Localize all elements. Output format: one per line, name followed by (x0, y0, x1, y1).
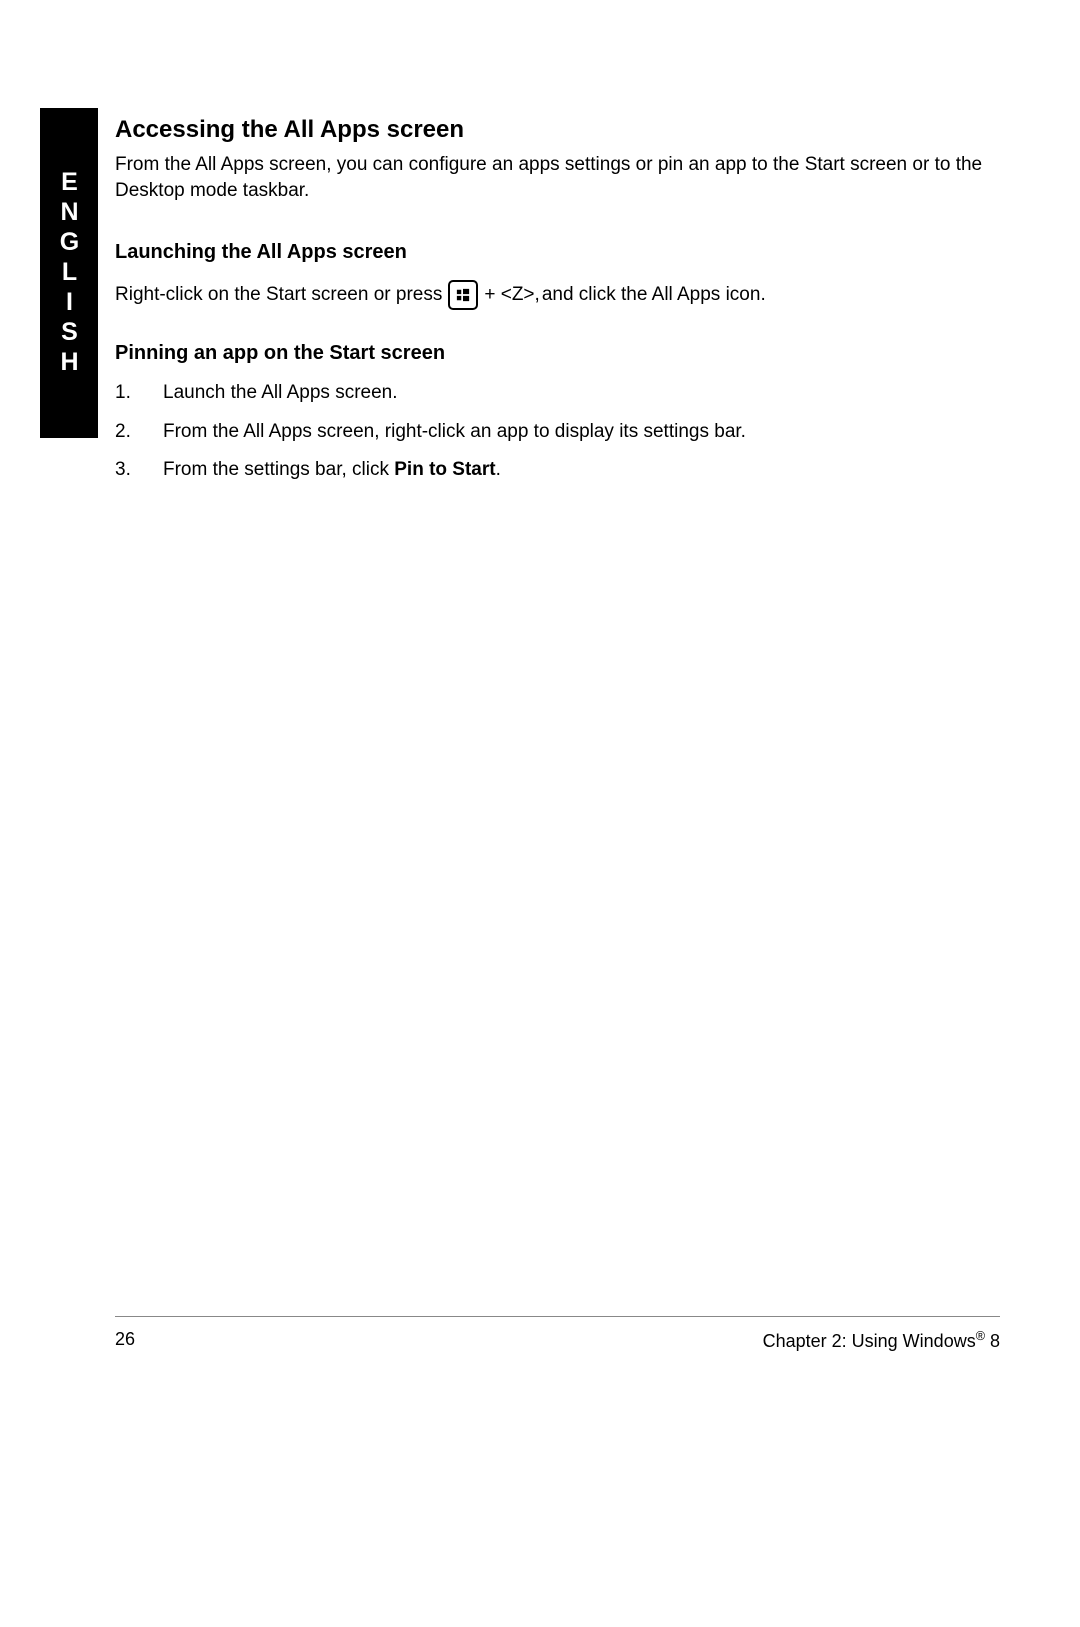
windows-key-icon (448, 280, 478, 310)
launching-post-text: and click the All Apps icon. (542, 282, 766, 309)
chapter-pre: Chapter 2: Using Windows (763, 1331, 976, 1351)
step3-bold: Pin to Start (394, 459, 495, 480)
list-item: 3. From the settings bar, click Pin to S… (115, 456, 1000, 485)
step-text: From the All Apps screen, right-click an… (163, 418, 1000, 447)
list-item: 2. From the All Apps screen, right-click… (115, 418, 1000, 447)
step3-pre: From the settings bar, click (163, 459, 394, 480)
pinning-steps-list: 1. Launch the All Apps screen. 2. From t… (115, 379, 1000, 485)
chapter-label: Chapter 2: Using Windows® 8 (763, 1329, 1000, 1352)
chapter-post: 8 (985, 1331, 1000, 1351)
pinning-title: Pinning an app on the Start screen (115, 342, 1000, 365)
step-number: 3. (115, 456, 163, 485)
registered-mark: ® (976, 1329, 985, 1343)
launching-key-combo: + <Z>, (484, 282, 539, 309)
launching-title: Launching the All Apps screen (115, 241, 1000, 264)
step-number: 2. (115, 418, 163, 447)
step-text: Launch the All Apps screen. (163, 379, 1000, 408)
document-page: ENGLISH Accessing the All Apps screen Fr… (0, 0, 1080, 1627)
main-content: Accessing the All Apps screen From the A… (115, 116, 1000, 495)
section-title: Accessing the All Apps screen (115, 116, 1000, 144)
launching-instruction: Right-click on the Start screen or press… (115, 278, 1000, 308)
page-footer: 26 Chapter 2: Using Windows® 8 (115, 1316, 1000, 1352)
language-sidebar: ENGLISH (40, 108, 98, 438)
page-number: 26 (115, 1329, 135, 1352)
language-label: ENGLISH (55, 168, 84, 378)
section-intro: From the All Apps screen, you can config… (115, 152, 1000, 203)
step-number: 1. (115, 379, 163, 408)
list-item: 1. Launch the All Apps screen. (115, 379, 1000, 408)
launching-pre-text: Right-click on the Start screen or press (115, 282, 442, 309)
step3-post: . (496, 459, 501, 480)
step-text: From the settings bar, click Pin to Star… (163, 456, 1000, 485)
